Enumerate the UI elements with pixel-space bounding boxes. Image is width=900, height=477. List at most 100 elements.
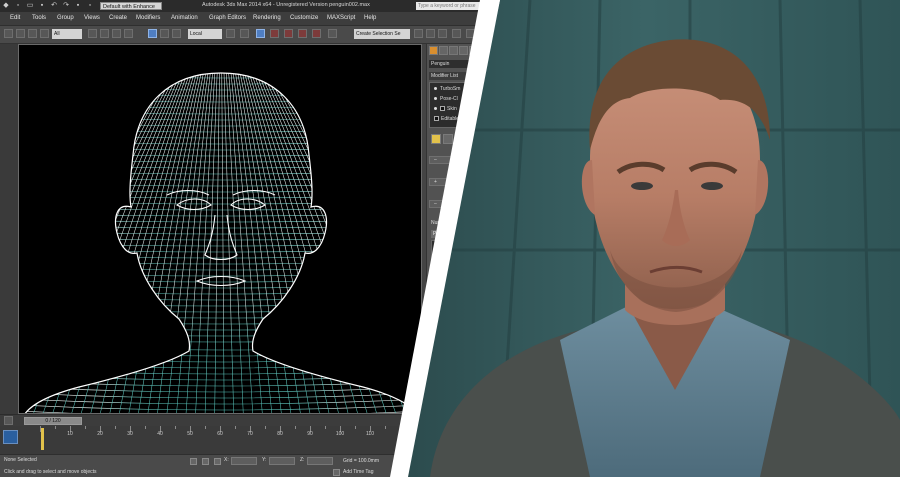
new-file-icon[interactable]: ▫ [14,2,22,10]
align-icon[interactable] [426,29,435,38]
menu-views[interactable]: Views [84,15,100,21]
visibility-bulb-icon[interactable] [434,87,437,91]
workspace-select[interactable]: Default with Enhance [100,2,162,10]
object-name-field[interactable]: Penguin [429,60,480,68]
menu-group[interactable]: Group [57,15,74,21]
remove-modifier-icon[interactable] [467,134,477,144]
wire-contour [23,308,419,313]
pivot-center-icon[interactable] [226,29,235,38]
visibility-bulb-icon[interactable] [434,107,437,111]
menu-help[interactable]: Help [364,15,376,21]
search-input[interactable]: Type a keyword or phrase [416,2,480,10]
wire-contour [23,218,419,223]
bind-space-warp-icon[interactable] [40,29,49,38]
percent-snap-icon[interactable] [298,29,307,38]
reference-coordinate-select[interactable]: Local [188,29,222,39]
undo-button[interactable] [4,29,13,38]
named-selection-sets[interactable]: Create Selection Se [354,29,410,39]
menu-modifiers[interactable]: Modifiers [136,15,160,21]
tick [265,426,266,429]
menu-create[interactable]: Create [109,15,127,21]
pose-list[interactable] [431,240,479,370]
show-end-result-icon[interactable] [443,134,453,144]
add-time-tag-button[interactable]: Add Time Tag [343,469,373,475]
y-coordinate-field[interactable] [269,457,295,465]
redo-icon[interactable]: ↷ [62,2,70,10]
save-icon[interactable]: ▪ [38,2,46,10]
hold-icon[interactable]: ▪ [74,2,82,10]
unlink-icon[interactable] [28,29,37,38]
lock-selection-icon[interactable] [190,458,197,465]
right-eyebrow [688,161,738,175]
menu-tools[interactable]: Tools [32,15,46,21]
x-coordinate-field[interactable] [231,457,257,465]
select-and-scale-icon[interactable] [172,29,181,38]
display-tab-icon[interactable] [469,46,478,55]
time-config-icon[interactable] [4,416,13,425]
motion-tab-icon[interactable] [459,46,468,55]
pose-weight-bar [434,245,437,259]
time-tag-icon[interactable] [333,469,340,476]
stack-item[interactable]: TurboSm [434,86,460,92]
expand-icon[interactable] [440,106,445,112]
modifier-list-dropdown[interactable]: Modifier List [429,72,480,80]
menu-graph-editors[interactable]: Graph Editors [209,15,246,21]
menu-rendering[interactable]: Rendering [253,15,281,21]
manipulate-icon[interactable] [240,29,249,38]
menu-edit[interactable]: Edit [10,15,20,21]
pin-stack-icon[interactable] [431,134,441,144]
select-and-move-icon[interactable] [148,29,157,38]
transform-type-in-icon[interactable] [214,458,221,465]
selection-filter[interactable]: All [52,29,82,39]
face [589,60,761,309]
menu-animation[interactable]: Animation [171,15,198,21]
expand-icon[interactable] [434,116,439,122]
wire-contour [23,140,419,145]
keyboard-shortcut-override-icon[interactable] [256,29,265,38]
render-setup-icon[interactable] [466,29,475,38]
hierarchy-tab-icon[interactable] [449,46,458,55]
tick [175,426,176,429]
select-by-name-icon[interactable] [100,29,109,38]
angle-snap-icon[interactable] [284,29,293,38]
tick [325,426,326,429]
visibility-bulb-icon[interactable] [434,97,437,101]
edit-named-selection-icon[interactable] [328,29,337,38]
select-and-rotate-icon[interactable] [160,29,169,38]
stack-item[interactable]: Skin [434,106,457,112]
y-label: Y: [262,457,267,463]
modify-tab-icon[interactable] [439,46,448,55]
layer-manager-icon[interactable] [438,29,447,38]
perspective-viewport[interactable] [18,44,422,414]
snap-toggle-icon[interactable] [270,29,279,38]
menu-customize[interactable]: Customize [290,15,318,21]
window-crossing-icon[interactable] [124,29,133,38]
rollout-header[interactable]: – [429,200,480,208]
absolute-mode-icon[interactable] [202,458,209,465]
poses-button[interactable]: Poses [431,230,479,238]
material-editor-icon[interactable] [452,29,461,38]
wire-contour [23,404,419,411]
create-tab-icon[interactable] [429,46,438,55]
rect-select-icon[interactable] [112,29,121,38]
key-filter-icon[interactable] [3,430,18,444]
menu-bar: Edit Tools Group Views Create Modifiers … [0,12,480,26]
rollout-header[interactable]: – [429,156,480,164]
open-file-icon[interactable]: ▭ [26,2,34,10]
stack-item[interactable]: Editable P [434,116,464,122]
stack-item[interactable]: Pose-Cl [434,96,458,102]
spinner-snap-icon[interactable] [312,29,321,38]
menu-maxscript[interactable]: MAXScript [327,15,355,21]
mirror-icon[interactable] [414,29,423,38]
make-unique-icon[interactable] [455,134,465,144]
time-slider[interactable]: 0 / 120 [24,417,82,425]
frame-ruler[interactable]: 10 20 30 40 50 60 70 80 90 100 110 [40,426,400,454]
fetch-icon[interactable]: ▫ [86,2,94,10]
undo-icon[interactable]: ↶ [50,2,58,10]
select-and-link-icon[interactable] [16,29,25,38]
leather-vest [430,330,900,477]
rollout-header[interactable]: + [429,178,480,186]
z-coordinate-field[interactable] [307,457,333,465]
select-object-icon[interactable] [88,29,97,38]
app-logo-icon[interactable]: ◆ [2,2,10,10]
